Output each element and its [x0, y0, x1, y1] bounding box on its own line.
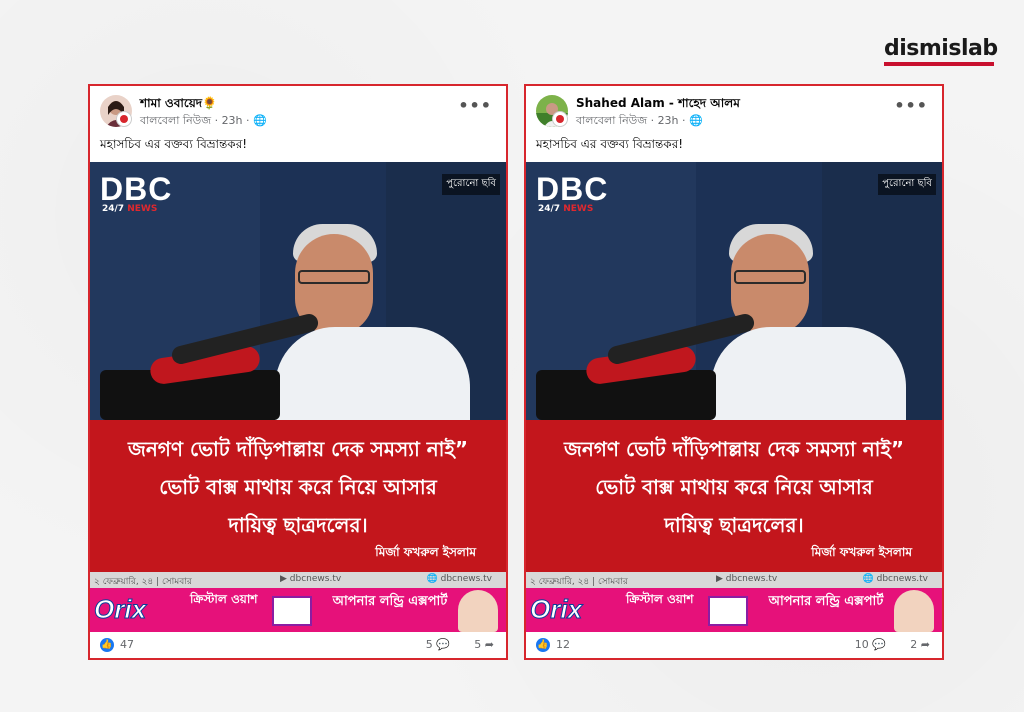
speaker-shirt — [275, 327, 470, 420]
card-site-text: dbcnews.tv — [289, 574, 342, 584]
more-options-icon[interactable]: ••• — [894, 96, 928, 115]
share-count-text: 5 — [474, 638, 482, 651]
comment-count-text: 10 — [854, 638, 869, 651]
post-footer: 👍 47 5 💬 5 ➦ — [90, 632, 506, 660]
comment-icon: 💬 — [436, 638, 450, 651]
card-site: 🌐 dbcnews.tv — [426, 574, 492, 584]
post-caption: মহাসচিব এর বক্তব্য বিভ্রান্তকর! — [100, 137, 248, 151]
ad-model-image — [458, 590, 498, 632]
quote-line: দায়িত্ব ছাত্রদলের। — [228, 513, 368, 537]
meta-separator: · — [246, 114, 254, 127]
dbc-logo-sub: 24/7 NEWS — [102, 204, 157, 214]
post-caption: মহাসচিব এর বক্তব্য বিভ্রান্তকর! — [536, 137, 684, 151]
post-time[interactable]: 23h — [658, 114, 679, 127]
share-icon: ➦ — [484, 638, 494, 651]
post-header: Shahed Alam - শাহেদ আলম বালবেলা নিউজ · 2… — [526, 86, 942, 156]
old-photo-tag: পুরোনো ছবি — [442, 174, 500, 195]
ad-product-name: ক্রিস্টাল ওয়াশ — [190, 592, 258, 606]
quote-card: জনগণ ভোট দাঁড়িপাল্লায় দেক সমস্যা নাই” … — [90, 420, 506, 572]
card-site-text: dbcnews.tv — [440, 574, 492, 584]
quote-signer: মির্জা ফখরুল ইসলাম — [375, 545, 476, 559]
speaker-shirt — [711, 327, 906, 420]
like-icon[interactable]: 👍 — [536, 638, 550, 652]
old-photo-tag: পুরোনো ছবি — [878, 174, 936, 195]
page-name[interactable]: বালবেলা নিউজ — [576, 114, 647, 127]
share-count[interactable]: 5 ➦ — [474, 638, 494, 651]
quote-text: জনগণ ভোট দাঁড়িপাল্লায় দেক সমস্যা নাই” … — [90, 430, 506, 544]
ad-model-image — [894, 590, 934, 632]
share-count[interactable]: 2 ➦ — [910, 638, 930, 651]
dbc-logo: DBC — [100, 171, 173, 207]
meta-separator: · — [214, 114, 222, 127]
quote-line: জনগণ ভোট দাঁড়িপাল্লায় দেক সমস্যা নাই” — [563, 437, 905, 461]
facebook-post-2: Shahed Alam - শাহেদ আলম বালবেলা নিউজ · 2… — [524, 84, 944, 660]
comment-count-text: 5 — [425, 638, 433, 651]
dbc-logo-news: NEWS — [563, 204, 594, 214]
page-name[interactable]: বালবেলা নিউজ — [140, 114, 211, 127]
quote-line: দায়িত্ব ছাত্রদলের। — [664, 513, 804, 537]
flower-emoji-icon: 🌻 — [202, 96, 218, 110]
ad-banner: Orix ক্রিস্টাল ওয়াশ আপনার লন্ড্রি এক্সপ… — [90, 588, 506, 632]
ad-tagline: আপনার লন্ড্রি এক্সপার্ট — [768, 594, 884, 609]
card-site: ▶ dbcnews.tv — [716, 574, 778, 584]
post-image[interactable]: DBC 24/7 NEWS পুরোনো ছবি জনগণ ভোট দাঁড়ি… — [90, 162, 506, 632]
card-date: ২ ফেব্রুয়ারি, ২৪ | সোমবার — [94, 577, 192, 587]
card-site: 🌐 dbcnews.tv — [862, 574, 928, 584]
author-name-text: শামা ওবায়েদ — [140, 96, 203, 110]
ad-product-pack — [272, 596, 312, 626]
meta-separator: · — [682, 114, 690, 127]
quote-signer: মির্জা ফখরুল ইসলাম — [811, 545, 912, 559]
meta-separator: · — [650, 114, 658, 127]
post-footer: 👍 12 10 💬 2 ➦ — [526, 632, 942, 660]
ad-brand-logo: Orix — [529, 594, 583, 625]
facebook-post-1: শামা ওবায়েদ🌻 বালবেলা নিউজ · 23h · 🌐 •••… — [88, 84, 508, 660]
like-count[interactable]: 47 — [120, 638, 134, 651]
card-site-text: dbcnews.tv — [876, 574, 928, 584]
comment-icon: 💬 — [872, 638, 886, 651]
speaker-photo: DBC 24/7 NEWS পুরোনো ছবি — [90, 162, 506, 420]
ad-tagline: আপনার লন্ড্রি এক্সপার্ট — [332, 594, 448, 609]
quote-line: ভোট বাক্স মাথায় করে নিয়ে আসার — [159, 475, 437, 499]
dbc-logo-news: NEWS — [127, 204, 158, 214]
share-count-text: 2 — [910, 638, 918, 651]
post-meta: বালবেলা নিউজ · 23h · 🌐 — [576, 112, 703, 131]
card-footer-bar: ২ ফেব্রুয়ারি, ২৪ | সোমবার ▶ dbcnews.tv … — [526, 572, 942, 588]
dismislab-logo: dismislab — [884, 36, 998, 61]
post-image[interactable]: DBC 24/7 NEWS পুরোনো ছবি জনগণ ভোট দাঁড়ি… — [526, 162, 942, 632]
dbc-logo-247: 24/7 — [538, 204, 561, 214]
page-badge-icon — [552, 111, 568, 127]
dbc-logo-247: 24/7 — [102, 204, 125, 214]
card-date: ২ ফেব্রুয়ারি, ২৪ | সোমবার — [530, 577, 628, 587]
card-site-text: dbcnews.tv — [725, 574, 778, 584]
post-time[interactable]: 23h — [222, 114, 243, 127]
share-icon: ➦ — [920, 638, 930, 651]
ad-product-name: ক্রিস্টাল ওয়াশ — [626, 592, 694, 606]
like-icon[interactable]: 👍 — [100, 638, 114, 652]
globe-icon: 🌐 — [689, 114, 703, 127]
speaker-glasses — [734, 270, 806, 284]
quote-card: জনগণ ভোট দাঁড়িপাল্লায় দেক সমস্যা নাই” … — [526, 420, 942, 572]
quote-text: জনগণ ভোট দাঁড়িপাল্লায় দেক সমস্যা নাই” … — [526, 430, 942, 544]
more-options-icon[interactable]: ••• — [458, 96, 492, 115]
ad-banner: Orix ক্রিস্টাল ওয়াশ আপনার লন্ড্রি এক্সপ… — [526, 588, 942, 632]
quote-line: জনগণ ভোট দাঁড়িপাল্লায় দেক সমস্যা নাই” — [127, 437, 469, 461]
like-count[interactable]: 12 — [556, 638, 570, 651]
page-badge-icon — [116, 111, 132, 127]
ad-product-pack — [708, 596, 748, 626]
post-header: শামা ওবায়েদ🌻 বালবেলা নিউজ · 23h · 🌐 •••… — [90, 86, 506, 156]
speaker-glasses — [298, 270, 370, 284]
globe-icon: 🌐 — [253, 114, 267, 127]
ad-brand-logo: Orix — [93, 594, 147, 625]
quote-line: ভোট বাক্স মাথায় করে নিয়ে আসার — [595, 475, 873, 499]
card-footer-bar: ২ ফেব্রুয়ারি, ২৪ | সোমবার ▶ dbcnews.tv … — [90, 572, 506, 588]
comment-count[interactable]: 5 💬 — [426, 638, 450, 651]
speaker-photo: DBC 24/7 NEWS পুরোনো ছবি — [526, 162, 942, 420]
dbc-logo: DBC — [536, 171, 609, 207]
card-site: ▶ dbcnews.tv — [280, 574, 342, 584]
dbc-logo-sub: 24/7 NEWS — [538, 204, 593, 214]
logo-underline — [884, 62, 994, 66]
comment-count[interactable]: 10 💬 — [855, 638, 886, 651]
post-meta: বালবেলা নিউজ · 23h · 🌐 — [140, 112, 267, 131]
